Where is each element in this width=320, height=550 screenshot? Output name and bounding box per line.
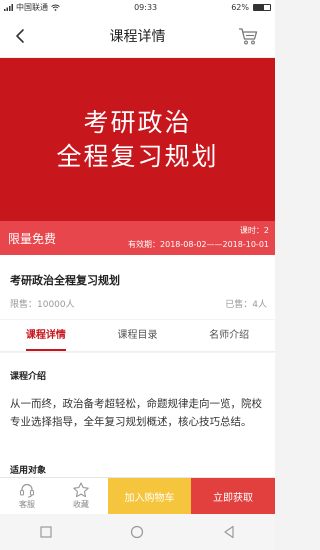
page-title: 课程详情 xyxy=(109,28,166,45)
battery-icon xyxy=(253,3,271,11)
status-right: 62% xyxy=(231,3,271,12)
section-title-intro: 课程介绍 xyxy=(10,372,47,382)
promo-label: 限量免费 xyxy=(8,232,57,246)
course-content: 课程介绍 从一而终，政治备考超轻松，命题规律走向一览，院校专业选择指导，全年复习… xyxy=(0,353,275,487)
get-now-button[interactable]: 立即获取 xyxy=(191,478,275,514)
action-bar: 客服 收藏 加入购物车 立即获取 xyxy=(0,477,275,514)
status-time: 09:33 xyxy=(134,2,158,12)
status-bar: 中国联通 09:33 62% xyxy=(0,0,275,14)
back-triangle-icon[interactable] xyxy=(221,524,237,540)
sold-count: 已售：4人 xyxy=(225,300,267,310)
chevron-left-icon[interactable] xyxy=(12,26,30,46)
cart-icon[interactable] xyxy=(237,25,259,47)
course-banner: 考研政治 全程复习规划 xyxy=(0,58,275,221)
customer-service-label: 客服 xyxy=(19,500,35,509)
add-to-cart-button[interactable]: 加入购物车 xyxy=(108,478,191,514)
banner-title-line2: 全程复习规划 xyxy=(56,141,219,171)
star-icon xyxy=(73,482,89,498)
tab-teacher-intro[interactable]: 名师介绍 xyxy=(183,320,275,351)
course-intro-text: 从一而终，政治备考超轻松，命题规律走向一览，院校专业选择指导，全年复习规划概述，… xyxy=(10,398,262,428)
battery-level xyxy=(254,4,264,10)
tab-course-catalog[interactable]: 课程目录 xyxy=(92,320,184,351)
customer-service-button[interactable]: 客服 xyxy=(0,478,54,514)
section-title-audience: 适用对象 xyxy=(10,466,47,476)
tab-course-details[interactable]: 课程详情 xyxy=(0,320,92,351)
promo-bar: 限量免费 课时：2 有效期：2018-08-02——2018-10-01 xyxy=(0,221,275,255)
recent-apps-icon[interactable] xyxy=(38,524,54,540)
status-left: 中国联通 xyxy=(4,2,60,13)
nav-bar: 课程详情 xyxy=(0,14,275,58)
signal-icon xyxy=(4,3,13,11)
tab-bar: 课程详情 课程目录 名师介绍 xyxy=(0,320,275,352)
validity-period: 有效期：2018-08-02——2018-10-01 xyxy=(128,240,269,249)
headset-icon xyxy=(19,483,35,498)
favorite-label: 收藏 xyxy=(73,500,89,509)
sale-limit: 限售：10000人 xyxy=(10,300,75,310)
banner-title-line1: 考研政治 xyxy=(83,107,192,137)
system-nav-bar xyxy=(0,514,275,550)
wifi-icon xyxy=(51,4,60,11)
course-info: 考研政治全程复习规划 限售：10000人 已售：4人 xyxy=(0,255,275,319)
home-icon[interactable] xyxy=(129,524,145,540)
carrier-name: 中国联通 xyxy=(16,2,48,12)
course-title: 考研政治全程复习规划 xyxy=(10,274,120,287)
favorite-button[interactable]: 收藏 xyxy=(54,478,108,514)
course-hours: 课时：2 xyxy=(239,226,269,235)
battery-percent: 62% xyxy=(231,2,249,12)
